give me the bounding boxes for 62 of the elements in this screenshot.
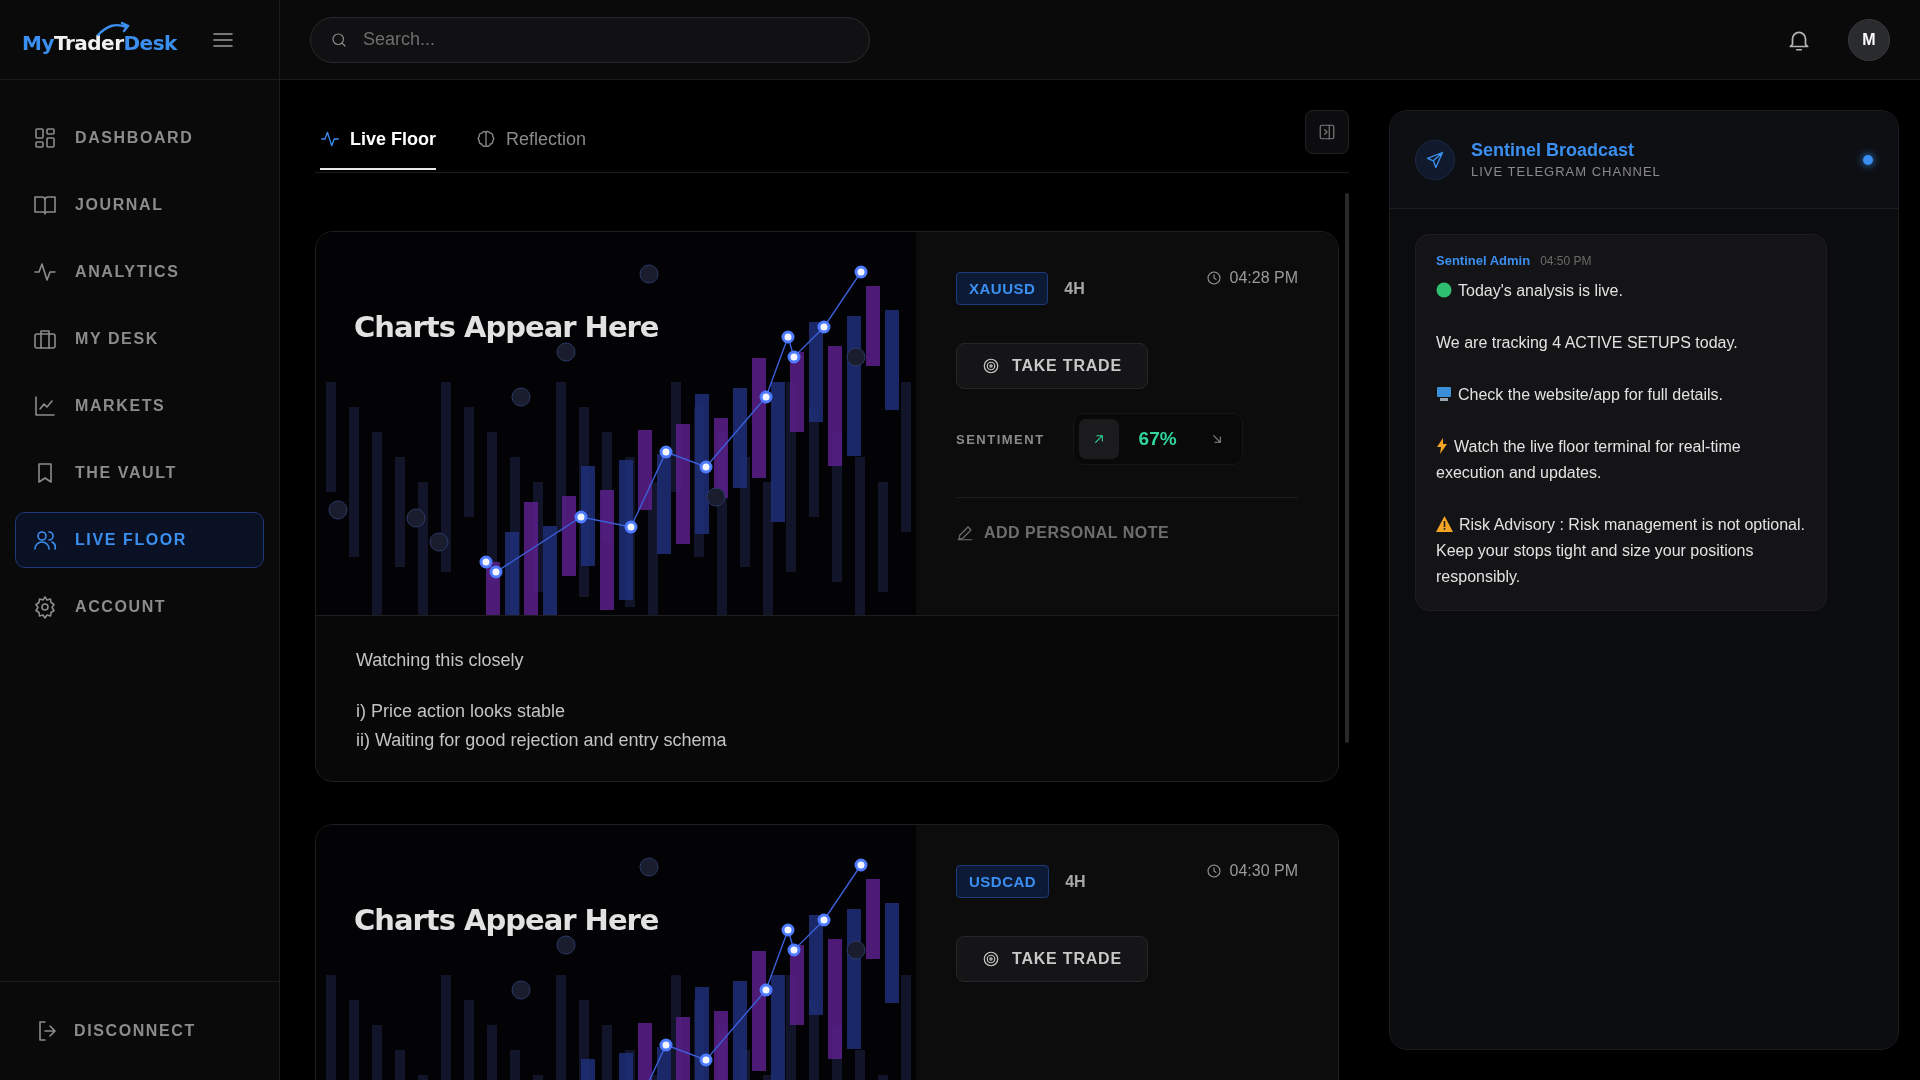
target-icon <box>982 950 1000 968</box>
add-note-button[interactable]: ADD PERSONAL NOTE <box>956 524 1170 542</box>
message-paragraph: Risk Advisory : Risk management is not optional. Keep your stops tight and size your positions responsibly. <box>1436 515 1806 587</box>
brand-logo: MyTraderDesk <box>22 24 177 55</box>
tab[interactable]: Reflection <box>476 110 587 170</box>
pencil-icon <box>956 524 974 542</box>
settings-icon <box>33 595 57 619</box>
scrollbar[interactable] <box>1345 193 1349 743</box>
clock-icon <box>1205 270 1222 286</box>
book-icon <box>33 193 57 217</box>
sidebar-item[interactable]: ACCOUNT <box>15 579 264 635</box>
line-chart-icon <box>33 394 57 418</box>
sidebar-item[interactable]: LIVE FLOOR <box>15 512 264 568</box>
briefcase-icon <box>33 327 57 351</box>
panel-toggle-button[interactable] <box>1305 110 1349 154</box>
target-icon <box>982 357 1000 375</box>
pulse-icon <box>33 260 57 284</box>
clock-icon <box>1205 863 1222 879</box>
sidebar-item[interactable]: MARKETS <box>15 378 264 434</box>
brain-icon <box>476 129 496 149</box>
take-trade-button[interactable]: TAKE TRADE <box>956 936 1148 982</box>
pulse-icon <box>320 129 340 149</box>
dot-icon <box>1436 282 1452 298</box>
lightning-icon <box>1436 438 1448 454</box>
message-time: 04:50 PM <box>1540 254 1592 268</box>
note-text: i) Price action looks stable <box>356 701 567 722</box>
tab[interactable]: Live Floor <box>320 110 436 170</box>
sentiment-reading: 67% <box>1137 428 1178 450</box>
symbol-tag: USDCAD <box>956 865 1050 898</box>
search-field[interactable]: Search... <box>310 16 870 63</box>
sentiment-label: SENTIMENT <box>956 431 1045 447</box>
vote-up-button[interactable] <box>1078 419 1119 459</box>
timeframe-label: 4H <box>1064 279 1085 298</box>
sidebar-icon <box>1318 123 1336 141</box>
timeframe-label: 4H <box>1065 872 1086 891</box>
message-author: Sentinel Admin <box>1436 253 1531 268</box>
time-label: 04:28 PM <box>1229 269 1298 287</box>
send-icon <box>1425 149 1445 170</box>
monitor-icon <box>1436 386 1452 402</box>
disconnect-button[interactable]: DISCONNECT <box>0 981 279 1080</box>
sidebar-item[interactable]: DASHBOARD <box>15 110 264 166</box>
message-paragraph: Today's analysis is live. <box>1436 278 1806 304</box>
message-paragraph: Check the website/app for full details. <box>1436 382 1806 408</box>
sidebar-item[interactable]: ANALYTICS <box>15 244 264 300</box>
panel-title: Sentinel Broadcast <box>1471 140 1636 161</box>
grid-icon <box>33 126 57 150</box>
note-text: Watching this closely <box>356 650 525 671</box>
time-label: 04:30 PM <box>1229 862 1298 880</box>
users-icon <box>33 528 57 552</box>
sidebar-item[interactable]: JOURNAL <box>15 177 264 233</box>
message-paragraph: Watch the live floor terminal for real-time execution and updates. <box>1436 437 1742 483</box>
message-paragraph: We are tracking 4 ACTIVE SETUPS today. <box>1436 333 1739 353</box>
take-trade-button[interactable]: TAKE TRADE <box>956 343 1148 389</box>
sidebar-item[interactable]: THE VAULT <box>15 445 264 501</box>
image-caption: Charts Appear Here <box>354 903 659 937</box>
warning-icon <box>1436 516 1453 532</box>
symbol-tag: XAUUSD <box>956 272 1049 305</box>
image-caption: Charts Appear Here <box>354 310 659 344</box>
panel-subtitle: LIVE TELEGRAM CHANNEL <box>1471 164 1661 179</box>
sidebar-item[interactable]: MY DESK <box>15 311 264 367</box>
user-avatar[interactable]: M <box>1848 18 1890 61</box>
note-text: ii) Waiting for good rejection and entry schema <box>356 730 728 751</box>
